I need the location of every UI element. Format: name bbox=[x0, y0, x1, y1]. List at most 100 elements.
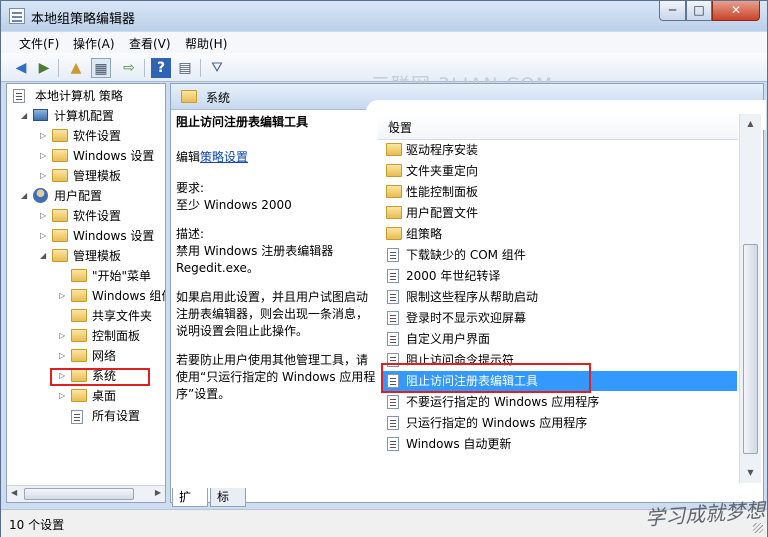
folder-icon bbox=[71, 349, 87, 362]
folder-icon bbox=[71, 309, 87, 322]
properties-icon[interactable]: ▤ bbox=[175, 58, 195, 78]
folder-icon bbox=[386, 227, 402, 240]
toolbar-separator bbox=[200, 59, 201, 77]
setting-row[interactable]: 组策略 bbox=[381, 224, 737, 244]
folder-icon bbox=[386, 185, 402, 198]
tree-pane[interactable]: 本地计算机 策略 ◢ 计算机配置 ▷ 软件设置 ▷ Windows 设置 ▷ 管理模板 ◢ 用户配… bbox=[6, 83, 166, 503]
close-button[interactable]: ✕ bbox=[712, 1, 760, 21]
expander-icon[interactable]: ▷ bbox=[40, 131, 48, 141]
policy-setting-icon bbox=[387, 395, 399, 409]
setting-row[interactable]: 性能控制面板 bbox=[381, 182, 737, 202]
expander-icon[interactable]: ▷ bbox=[59, 351, 67, 361]
highlight-box-tree bbox=[50, 368, 150, 386]
title-bar: 本地组策略编辑器 ─ □ ✕ bbox=[1, 1, 767, 31]
folder-icon bbox=[52, 229, 68, 242]
tree-node-label: 共享文件夹 bbox=[92, 309, 153, 323]
user-icon bbox=[33, 188, 48, 203]
maximize-button[interactable]: □ bbox=[686, 1, 712, 21]
expander-icon[interactable] bbox=[59, 311, 67, 321]
menu-action[interactable]: 操作(A) bbox=[73, 35, 115, 52]
list-vertical-scrollbar[interactable]: ▲ ▼ bbox=[739, 114, 761, 483]
tree-node-label: 桌面 bbox=[92, 389, 117, 403]
setting-row-label: 下载缺少的 COM 组件 bbox=[406, 248, 526, 262]
expander-icon[interactable]: ▷ bbox=[59, 391, 67, 401]
setting-row[interactable]: 自定义用户界面 bbox=[381, 329, 737, 349]
back-arrow-icon[interactable]: ◀ bbox=[11, 58, 31, 78]
expander-icon[interactable]: ▷ bbox=[59, 331, 67, 341]
view-tabs: 扩展 标准 bbox=[170, 488, 370, 522]
folder-icon bbox=[71, 269, 87, 282]
folder-icon bbox=[386, 206, 402, 219]
menu-file[interactable]: 文件(F) bbox=[19, 35, 59, 52]
tree-horizontal-scrollbar[interactable]: ◀ ▶ bbox=[7, 485, 165, 502]
setting-row[interactable]: 登录时不显示欢迎屏幕 bbox=[381, 308, 737, 328]
menu-view[interactable]: 查看(V) bbox=[129, 35, 171, 52]
description-value: 禁用 Windows 注册表编辑器 Regedit.exe。 bbox=[176, 244, 334, 275]
expander-icon[interactable] bbox=[59, 411, 67, 421]
tab-extended[interactable]: 扩展 bbox=[172, 488, 208, 522]
tree-node-label: 计算机配置 bbox=[54, 109, 115, 123]
setting-row[interactable]: 驱动程序安装 bbox=[381, 140, 737, 160]
menu-bar: 文件(F) 操作(A) 查看(V) 帮助(H) bbox=[1, 32, 767, 53]
policy-setting-icon bbox=[387, 248, 399, 262]
tree-node-label: 控制面板 bbox=[92, 329, 141, 343]
expander-icon[interactable]: ◢ bbox=[21, 191, 29, 201]
scroll-up-icon[interactable]: ▲ bbox=[742, 116, 759, 132]
tree-node-label: 管理模板 bbox=[73, 249, 122, 263]
scrollbar-thumb[interactable] bbox=[743, 244, 758, 454]
policy-title: 阻止访问注册表编辑工具 bbox=[176, 115, 309, 129]
expander-icon[interactable]: ◢ bbox=[40, 251, 48, 261]
tab-standard[interactable]: 标准 bbox=[210, 488, 246, 522]
setting-row[interactable]: 2000 年世纪转译 bbox=[381, 266, 737, 286]
policy-setting-icon bbox=[387, 311, 399, 325]
setting-row-label: 文件夹重定向 bbox=[406, 164, 479, 178]
resize-grip[interactable] bbox=[753, 523, 763, 533]
folder-icon bbox=[181, 90, 197, 103]
edit-policy-link[interactable]: 策略设置 bbox=[200, 150, 248, 164]
scrollbar-thumb[interactable] bbox=[24, 488, 134, 500]
expander-icon[interactable]: ▷ bbox=[40, 211, 48, 221]
menu-help[interactable]: 帮助(H) bbox=[185, 35, 227, 52]
filter-icon[interactable]: ⛛ bbox=[207, 58, 227, 78]
tree-node-label: 管理模板 bbox=[73, 169, 122, 183]
setting-row[interactable]: 用户配置文件 bbox=[381, 203, 737, 223]
column-header-setting[interactable]: 设置 ▲ bbox=[378, 116, 738, 140]
setting-row-label: 限制这些程序从帮助启动 bbox=[406, 290, 539, 304]
setting-row[interactable]: 下载缺少的 COM 组件 bbox=[381, 245, 737, 265]
scroll-right-icon[interactable]: ▶ bbox=[155, 488, 161, 497]
expander-icon[interactable]: ▷ bbox=[59, 291, 67, 301]
window-title: 本地组策略编辑器 bbox=[31, 12, 136, 27]
setting-row[interactable]: 只运行指定的 Windows 应用程序 bbox=[381, 413, 737, 433]
status-text: 10 个设置 bbox=[9, 518, 65, 532]
folder-icon bbox=[71, 329, 87, 342]
pc-icon bbox=[33, 109, 48, 121]
expander-icon[interactable]: ◢ bbox=[21, 111, 29, 121]
setting-row[interactable]: 限制这些程序从帮助启动 bbox=[381, 287, 737, 307]
tree-node-label: 所有设置 bbox=[92, 409, 141, 423]
expander-icon[interactable]: ▷ bbox=[40, 231, 48, 241]
requirements-label: 要求: bbox=[176, 181, 205, 195]
setting-row[interactable]: Windows 自动更新 bbox=[381, 434, 737, 454]
scroll-left-icon[interactable]: ◀ bbox=[11, 488, 17, 497]
help-icon[interactable]: ? bbox=[151, 58, 171, 78]
expander-icon[interactable]: ▷ bbox=[40, 151, 48, 161]
setting-row-label: 组策略 bbox=[406, 227, 443, 241]
policy-setting-icon bbox=[387, 290, 399, 304]
setting-row[interactable]: 不要运行指定的 Windows 应用程序 bbox=[381, 392, 737, 412]
policy-setting-icon bbox=[387, 437, 399, 451]
tree-node-label: Windows 设置 bbox=[73, 149, 155, 163]
show-hide-tree-icon[interactable]: ▦ bbox=[91, 58, 111, 78]
gpedit-app-icon bbox=[9, 8, 25, 24]
up-folder-icon[interactable]: ▲ bbox=[66, 58, 86, 78]
policy-icon bbox=[13, 89, 25, 103]
description-paragraph-1: 如果启用此设置，并且用户试图启动注册表编辑器，则会出现一条消息，说明设置会阻止此… bbox=[176, 290, 369, 338]
setting-row-label: 2000 年世纪转译 bbox=[406, 269, 501, 283]
minimize-button[interactable]: ─ bbox=[659, 1, 686, 21]
scroll-down-icon[interactable]: ▼ bbox=[742, 465, 759, 481]
folder-icon bbox=[386, 164, 402, 177]
forward-arrow-icon[interactable]: ▶ bbox=[34, 58, 54, 78]
expander-icon[interactable]: ▷ bbox=[40, 171, 48, 181]
expander-icon[interactable] bbox=[59, 271, 67, 281]
setting-row[interactable]: 文件夹重定向 bbox=[381, 161, 737, 181]
export-list-icon[interactable]: ⇨ bbox=[119, 58, 139, 78]
